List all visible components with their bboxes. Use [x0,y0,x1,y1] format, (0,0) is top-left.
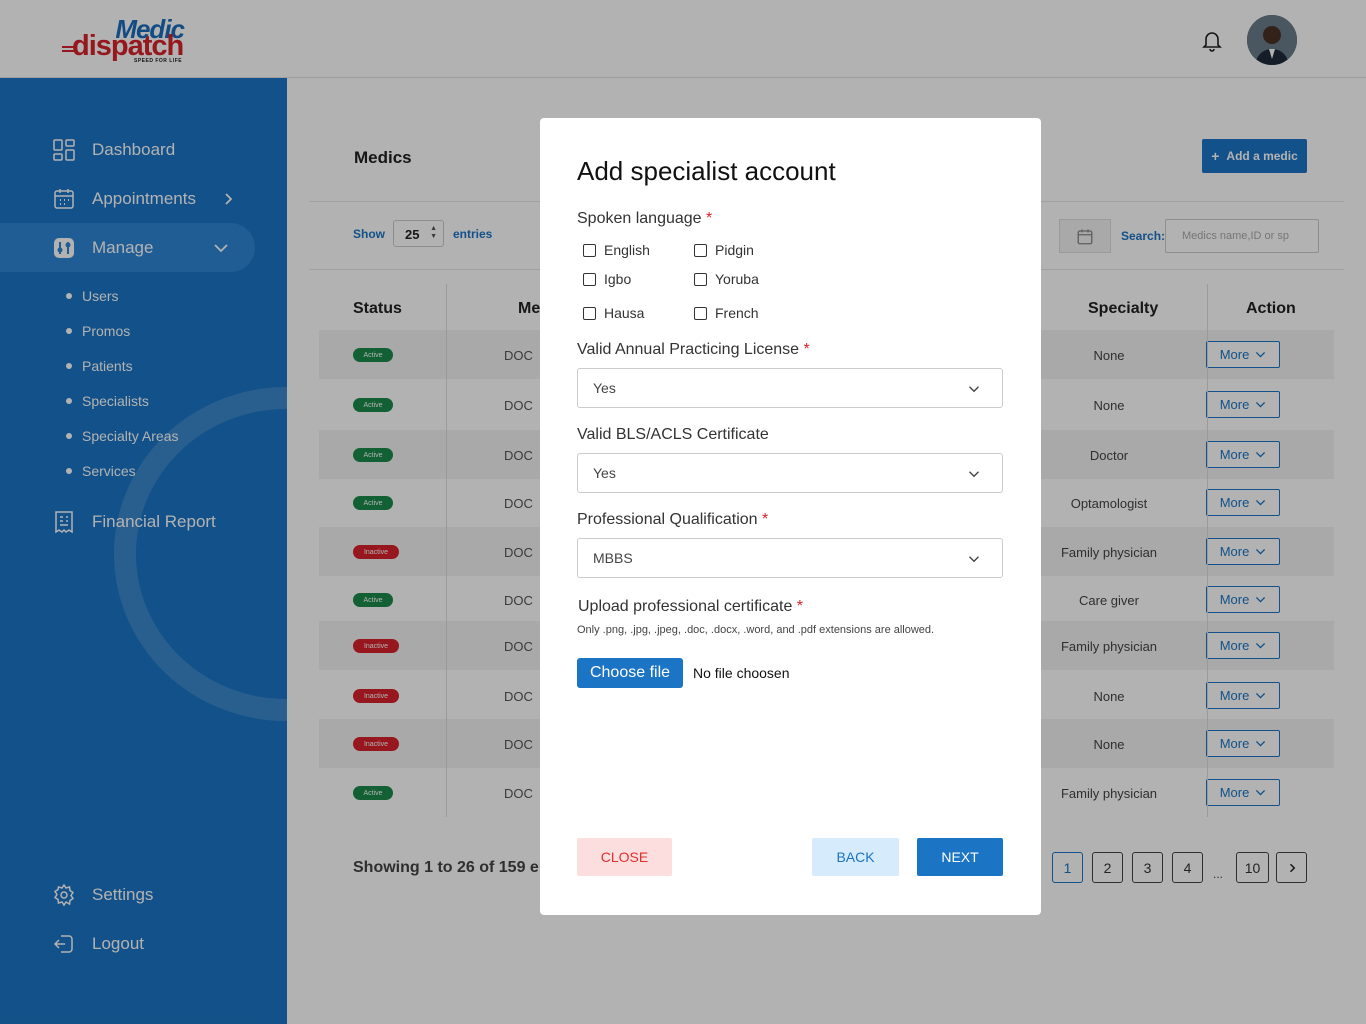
qualification-label: Professional Qualification * [577,511,768,529]
checkbox-box[interactable] [583,272,596,286]
checkbox-label: French [715,305,759,321]
select-value: MBBS [593,550,633,566]
select-value: Yes [593,465,616,481]
qualification-select[interactable]: MBBS [577,538,1003,578]
upload-label: Upload professional certificate * [578,598,803,616]
checkbox-box[interactable] [583,306,596,320]
choose-file-button[interactable]: Choose file [577,658,683,688]
checkbox-box[interactable] [583,243,596,257]
checkbox-label: Pidgin [715,242,754,258]
bls-select[interactable]: Yes [577,453,1003,493]
add-specialist-modal: Add specialist account Spoken language *… [540,118,1041,915]
checkbox-box[interactable] [694,243,707,257]
checkbox-french[interactable]: French [694,305,759,321]
checkbox-label: Hausa [604,305,645,321]
label-text: Valid Annual Practicing License [577,341,800,358]
required-mark: * [762,511,769,528]
modal-title: Add specialist account [577,156,836,186]
checkbox-label: English [604,242,650,258]
close-button[interactable]: CLOSE [577,838,672,876]
label-text: Professional Qualification [577,511,758,528]
chevron-down-icon [969,471,979,478]
back-button[interactable]: BACK [812,838,899,876]
checkbox-igbo[interactable]: Igbo [583,271,631,287]
license-select[interactable]: Yes [577,368,1003,408]
checkbox-box[interactable] [694,272,707,286]
chevron-down-icon [969,556,979,563]
checkbox-pidgin[interactable]: Pidgin [694,242,754,258]
label-text: Upload professional certificate [578,598,793,615]
required-mark: * [796,598,804,615]
chevron-down-icon [969,386,979,393]
checkbox-hausa[interactable]: Hausa [583,305,644,321]
checkbox-english[interactable]: English [583,242,650,258]
label-text: Spoken language [577,210,702,227]
checkbox-box[interactable] [694,306,707,320]
required-mark: * [706,210,713,227]
required-mark: * [803,341,810,358]
spoken-language-label: Spoken language * [577,210,712,228]
select-value: Yes [593,380,616,396]
checkbox-yoruba[interactable]: Yoruba [694,271,759,287]
bls-label: Valid BLS/ACLS Certificate [577,426,769,443]
no-file-text: No file choosen [693,665,790,681]
upload-note: Only .png, .jpg, .jpeg, .doc, .docx, .wo… [577,624,935,636]
checkbox-label: Igbo [604,271,632,287]
next-button[interactable]: NEXT [917,838,1003,876]
checkbox-label: Yoruba [715,271,759,287]
license-label: Valid Annual Practicing License * [577,341,810,359]
